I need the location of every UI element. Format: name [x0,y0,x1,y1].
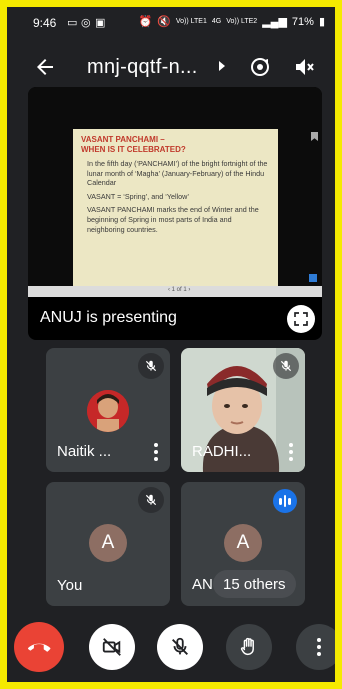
shared-screen: VASANT PANCHAMI – WHEN IS IT CELEBRATED?… [28,87,322,297]
camera-toggle-button[interactable] [89,624,135,670]
slide-heading-line2: WHEN IS IT CELEBRATED? [81,145,186,154]
participant-tile[interactable]: Naitik ... [46,348,170,472]
camera-off-icon [102,638,121,656]
muted-badge [138,353,164,379]
whatsapp-icon: ◎ [81,17,91,29]
fullscreen-icon [294,312,308,326]
status-bar: 9:46 ▭ ◎ ▣ ⏰ 🔇 Vo)) LTE1 4G Vo)) LTE2 ▂▄… [7,7,335,37]
slide-paragraph-1: In the fifth day (‘PANCHAMI’) of the bri… [87,159,268,188]
others-count-badge[interactable]: 15 others [213,570,296,598]
presentation-card[interactable]: VASANT PANCHAMI – WHEN IS IT CELEBRATED?… [28,87,322,340]
avatar: A [224,524,262,562]
slide-nav-bar: ‹ 1 of 1 › [28,286,322,297]
network-label-3: Vo)) LTE2 [226,18,258,25]
end-call-button[interactable] [14,622,64,672]
more-vert-icon [317,638,321,656]
message-icon: ▭ [67,17,78,29]
switch-camera-icon[interactable] [248,55,272,79]
participant-tile-others[interactable]: A ANI 15 others [181,482,305,606]
more-options-icon[interactable] [289,443,293,461]
slide-paragraph-3: VASANT PANCHAMI marks the end of Winter … [87,205,259,234]
avatar [87,390,129,432]
slide-heading-line1: VASANT PANCHAMI – [81,135,165,144]
signal-icon: ▂▄▆ [262,16,287,28]
participant-name: RADHI... [192,443,252,460]
mic-off-icon [145,360,157,372]
meet-screen: 9:46 ▭ ◎ ▣ ⏰ 🔇 Vo)) LTE1 4G Vo)) LTE2 ▂▄… [7,7,335,682]
gallery-icon: ▣ [95,17,106,29]
mic-off-icon [172,637,188,655]
end-call-icon [27,643,51,652]
participant-name: You [57,577,83,594]
status-time: 9:46 [33,16,57,30]
fullscreen-button[interactable] [287,305,315,333]
mic-toggle-button[interactable] [157,624,203,670]
bookmark-icon [311,132,318,141]
battery-level: 71% [291,15,314,28]
speaking-indicator-icon [273,489,297,513]
avatar-photo-icon [87,390,129,432]
slide-nav-label: ‹ 1 of 1 › [168,287,191,293]
raise-hand-button[interactable] [226,624,272,670]
status-right: ⏰ 🔇 Vo)) LTE1 4G Vo)) LTE2 ▂▄▆ 71% ▮ [138,15,325,29]
mic-off-icon [145,494,157,506]
meeting-code[interactable]: mnj-qqtf-n... [87,56,198,79]
more-options-button[interactable] [296,624,335,670]
participant-name: Naitik ... [57,443,112,460]
meeting-info-caret-icon[interactable] [219,61,225,71]
presenter-label: ANUJ is presenting [40,309,177,326]
back-arrow-icon[interactable] [33,55,57,79]
participant-tile[interactable]: RADHI... [181,348,305,472]
alarm-icon: ⏰ [138,16,153,28]
raise-hand-icon [240,637,254,656]
battery-icon: ▮ [318,16,325,28]
network-label-2: 4G [211,18,222,25]
presentation-slide: VASANT PANCHAMI – WHEN IS IT CELEBRATED?… [73,129,278,289]
network-label-1: Vo)) LTE1 [175,18,207,25]
muted-badge [273,353,299,379]
app-tray-icon [309,274,317,282]
more-options-icon[interactable] [154,443,158,461]
muted-badge [138,487,164,513]
mute-status-icon: 🔇 [157,16,171,28]
meeting-header: mnj-qqtf-n... [7,45,335,89]
slide-paragraph-2: VASANT = ‘Spring’, and ‘Yellow’ [87,191,189,201]
mic-off-icon [280,360,292,372]
participant-tile-self[interactable]: A You [46,482,170,606]
speaker-off-icon[interactable] [292,55,316,79]
avatar: A [89,524,127,562]
